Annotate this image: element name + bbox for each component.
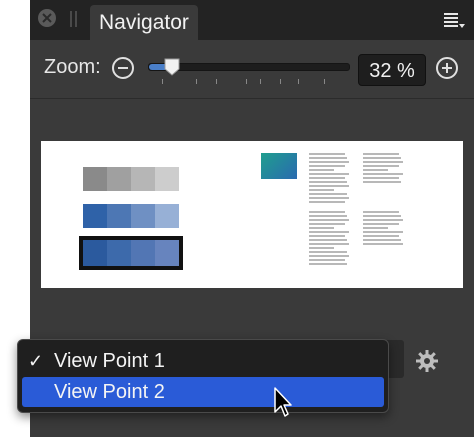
- dark-blue-swatch: [131, 240, 155, 266]
- text-line: [309, 239, 347, 241]
- blue-swatch: [107, 204, 131, 228]
- text-line: [309, 161, 349, 163]
- text-line: [309, 243, 349, 245]
- dark-blue-swatch: [155, 240, 179, 266]
- checkmark-icon: ✓: [28, 351, 44, 371]
- zoom-slider-ticks: [148, 79, 348, 85]
- viewpoint-menu: ✓ View Point 1 View Point 2: [17, 339, 389, 413]
- text-line: [309, 181, 347, 183]
- dark-blue-swatch: [83, 240, 107, 266]
- panel-menu-icon[interactable]: [442, 10, 466, 30]
- text-line: [309, 197, 349, 199]
- text-line: [309, 211, 345, 213]
- dark-blue-swatch: [107, 240, 131, 266]
- text-line: [309, 247, 335, 249]
- text-line: [309, 193, 347, 195]
- plus-circle-icon[interactable]: [436, 57, 458, 79]
- pointer-cursor-icon: [273, 387, 293, 419]
- gradient-swatch: [261, 153, 297, 179]
- text-line: [363, 227, 389, 229]
- text-line: [309, 165, 345, 167]
- text-line: [309, 223, 345, 225]
- text-line: [363, 239, 401, 241]
- text-line: [363, 169, 389, 171]
- text-line: [363, 161, 403, 163]
- text-line: [363, 181, 401, 183]
- gray-swatch: [131, 167, 155, 191]
- gear-icon[interactable]: [415, 349, 439, 373]
- zoom-label: Zoom:: [44, 56, 101, 78]
- text-line: [309, 251, 347, 253]
- panel-tab-bar: Navigator: [30, 0, 474, 40]
- text-line: [309, 231, 349, 233]
- text-line: [309, 189, 335, 191]
- gray-swatch: [155, 167, 179, 191]
- menu-item-label: View Point 1: [54, 350, 165, 372]
- gray-swatch: [107, 167, 131, 191]
- close-icon[interactable]: [38, 9, 56, 27]
- text-line: [309, 219, 349, 221]
- blue-swatch: [131, 204, 155, 228]
- text-line: [363, 235, 399, 237]
- gray-swatch: [83, 167, 107, 191]
- text-line: [309, 157, 347, 159]
- text-line: [309, 259, 345, 261]
- divider: [30, 98, 474, 99]
- text-line: [309, 173, 349, 175]
- zoom-slider-thumb[interactable]: [164, 58, 180, 76]
- text-line: [309, 169, 335, 171]
- blue-swatch: [83, 204, 107, 228]
- text-line: [363, 153, 399, 155]
- text-line: [363, 219, 403, 221]
- text-line: [363, 165, 399, 167]
- text-line: [309, 255, 349, 257]
- menu-item-view-point-1[interactable]: ✓ View Point 1: [22, 346, 384, 376]
- blue-swatch: [155, 204, 179, 228]
- text-line: [309, 177, 345, 179]
- grip-icon[interactable]: [70, 11, 78, 27]
- text-line: [309, 185, 349, 187]
- text-line: [309, 263, 347, 265]
- text-line: [363, 157, 401, 159]
- document-preview[interactable]: [41, 141, 463, 288]
- minus-circle-icon[interactable]: [112, 57, 134, 79]
- text-line: [363, 173, 403, 175]
- tab-navigator[interactable]: Navigator: [90, 5, 198, 40]
- menu-item-view-point-2[interactable]: View Point 2: [22, 377, 384, 407]
- text-line: [363, 231, 403, 233]
- text-line: [363, 177, 399, 179]
- text-line: [363, 223, 399, 225]
- text-line: [363, 243, 403, 245]
- text-line: [309, 215, 347, 217]
- text-line: [309, 235, 345, 237]
- zoom-percentage-field[interactable]: 32 %: [358, 54, 426, 86]
- text-line: [363, 215, 401, 217]
- text-line: [309, 227, 335, 229]
- menu-item-label: View Point 2: [54, 381, 165, 403]
- text-line: [309, 201, 345, 203]
- text-line: [309, 153, 345, 155]
- text-line: [363, 211, 399, 213]
